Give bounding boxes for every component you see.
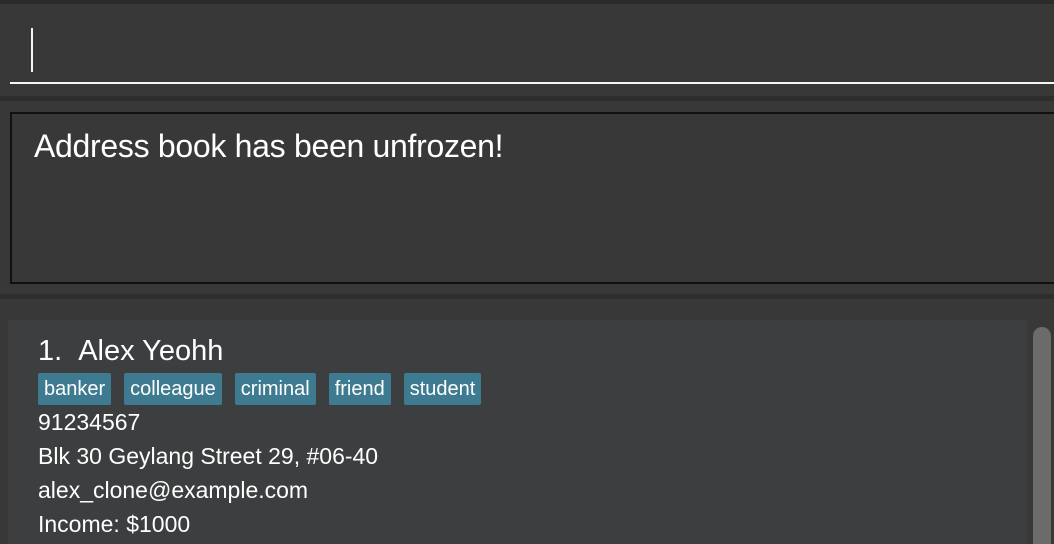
- tag-list: banker colleague criminal friend student: [38, 373, 1027, 405]
- result-message: Address book has been unfrozen!: [34, 128, 504, 164]
- scrollbar-thumb[interactable]: [1033, 327, 1051, 544]
- scrollbar[interactable]: [1030, 321, 1054, 544]
- text-caret: [31, 28, 33, 72]
- person-index: 1.: [38, 335, 63, 367]
- tag: friend: [328, 373, 391, 405]
- person-address: Blk 30 Geylang Street 29, #06-40: [38, 443, 379, 469]
- app-window: Address book has been unfrozen! 1. Alex Y…: [0, 0, 1054, 544]
- person-list-panel: 1. Alex Yeohh banker colleague criminal f…: [0, 299, 1054, 544]
- person-phone: 91234567: [38, 409, 141, 435]
- result-display: Address book has been unfrozen!: [10, 112, 1054, 284]
- person-name: Alex Yeohh: [78, 335, 224, 367]
- person-income: Income: $1000: [38, 511, 191, 537]
- tag: student: [403, 373, 482, 405]
- command-box: [0, 4, 1054, 96]
- command-input[interactable]: [10, 4, 1054, 84]
- person-card-header: 1. Alex Yeohh: [38, 332, 1027, 370]
- person-card[interactable]: 1. Alex Yeohh banker colleague criminal f…: [8, 320, 1027, 544]
- person-email: alex_clone@example.com: [38, 477, 309, 503]
- tag: banker: [38, 373, 112, 405]
- tag: colleague: [124, 373, 222, 405]
- result-panel: Address book has been unfrozen!: [0, 101, 1054, 294]
- tag: criminal: [234, 373, 316, 405]
